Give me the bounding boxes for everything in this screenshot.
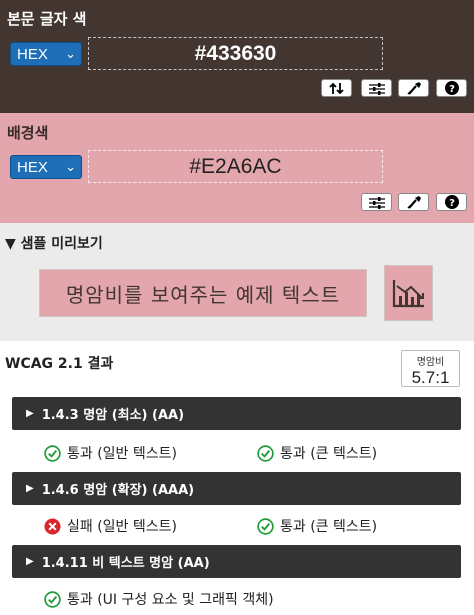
- check-circle-icon: [44, 444, 61, 462]
- eyedropper-icon: [406, 196, 421, 209]
- caret-right-icon: ▶: [26, 408, 34, 419]
- criterion-1-4-6-toggle[interactable]: ▶ 1.4.6 명암 (확장) (AAA): [12, 472, 461, 505]
- caret-right-icon: ▶: [26, 483, 34, 494]
- criterion-label: 1.4.3 명암 (최소) (AA): [41, 408, 185, 423]
- background-title: 배경색: [7, 124, 49, 142]
- background-help-button[interactable]: ?: [436, 193, 467, 211]
- result-item: 실패 (일반 텍스트): [44, 516, 177, 536]
- chevron-down-icon: ⌄: [65, 46, 76, 61]
- sample-text-preview: 명암비를 보여주는 예제 텍스트: [39, 269, 367, 317]
- chart-icon: [392, 280, 424, 308]
- result-item: 통과 (큰 텍스트): [257, 516, 377, 536]
- criterion-1-4-11-toggle[interactable]: ▶ 1.4.11 비 텍스트 명암 (AA): [12, 545, 461, 578]
- background-format-value: HEX: [17, 158, 48, 176]
- foreground-color-section: 본문 글자 색 HEX ⌄ #433630 ?: [0, 0, 474, 113]
- sample-preview-section: ▼ 샘플 미리보기 명암비를 보여주는 예제 텍스트: [0, 223, 474, 341]
- foreground-color-input[interactable]: #433630: [88, 37, 383, 70]
- sample-preview-toggle[interactable]: ▼ 샘플 미리보기: [5, 233, 103, 253]
- contrast-ratio-box: 명암비 5.7:1: [401, 350, 460, 387]
- result-item: 통과 (UI 구성 요소 및 그래픽 객체): [44, 589, 274, 609]
- background-adjust-button[interactable]: [361, 193, 392, 211]
- foreground-format-select[interactable]: HEX ⌄: [10, 42, 82, 66]
- foreground-eyedropper-button[interactable]: [398, 79, 429, 97]
- svg-text:?: ?: [449, 84, 455, 95]
- eyedropper-icon: [406, 82, 421, 95]
- x-circle-icon: [44, 517, 61, 535]
- caret-right-icon: ▶: [26, 556, 34, 567]
- foreground-help-button[interactable]: ?: [436, 79, 467, 97]
- svg-text:?: ?: [449, 198, 455, 209]
- result-item: 통과 (큰 텍스트): [257, 443, 377, 463]
- foreground-format-value: HEX: [17, 45, 48, 63]
- background-eyedropper-button[interactable]: [398, 193, 429, 211]
- result-text: 통과 (UI 구성 요소 및 그래픽 객체): [67, 592, 274, 608]
- result-text: 통과 (일반 텍스트): [67, 446, 177, 462]
- contrast-ratio-value: 5.7:1: [411, 368, 450, 387]
- result-item: 통과 (일반 텍스트): [44, 443, 177, 463]
- foreground-title: 본문 글자 색: [7, 10, 87, 28]
- check-circle-icon: [44, 590, 61, 608]
- criterion-label: 1.4.11 비 텍스트 명암 (AA): [41, 556, 210, 571]
- background-color-section: 배경색 HEX ⌄ #E2A6AC ?: [0, 113, 474, 223]
- swap-arrows-icon: [328, 82, 344, 94]
- wcag-results-section: WCAG 2.1 결과 명암비 5.7:1 ▶ 1.4.3 명암 (최소) (A…: [0, 341, 474, 615]
- background-color-input[interactable]: #E2A6AC: [88, 150, 383, 183]
- check-circle-icon: [257, 444, 274, 462]
- contrast-ratio-label: 명암비: [416, 357, 445, 368]
- help-icon: ?: [444, 195, 459, 209]
- result-text: 실패 (일반 텍스트): [67, 519, 177, 535]
- criterion-1-4-3-toggle[interactable]: ▶ 1.4.3 명암 (최소) (AA): [12, 397, 461, 430]
- criterion-label: 1.4.6 명암 (확장) (AAA): [41, 483, 195, 498]
- result-text: 통과 (큰 텍스트): [280, 519, 378, 535]
- foreground-adjust-button[interactable]: [361, 79, 392, 97]
- background-format-select[interactable]: HEX ⌄: [10, 155, 82, 179]
- swap-colors-button[interactable]: [321, 79, 352, 97]
- graphic-preview: [384, 265, 433, 321]
- help-icon: ?: [444, 81, 459, 95]
- chevron-down-icon: ⌄: [65, 159, 76, 174]
- wcag-results-title: WCAG 2.1 결과: [5, 356, 114, 372]
- check-circle-icon: [257, 517, 274, 535]
- sliders-icon: [368, 82, 385, 95]
- sliders-icon: [368, 196, 385, 209]
- result-text: 통과 (큰 텍스트): [280, 446, 378, 462]
